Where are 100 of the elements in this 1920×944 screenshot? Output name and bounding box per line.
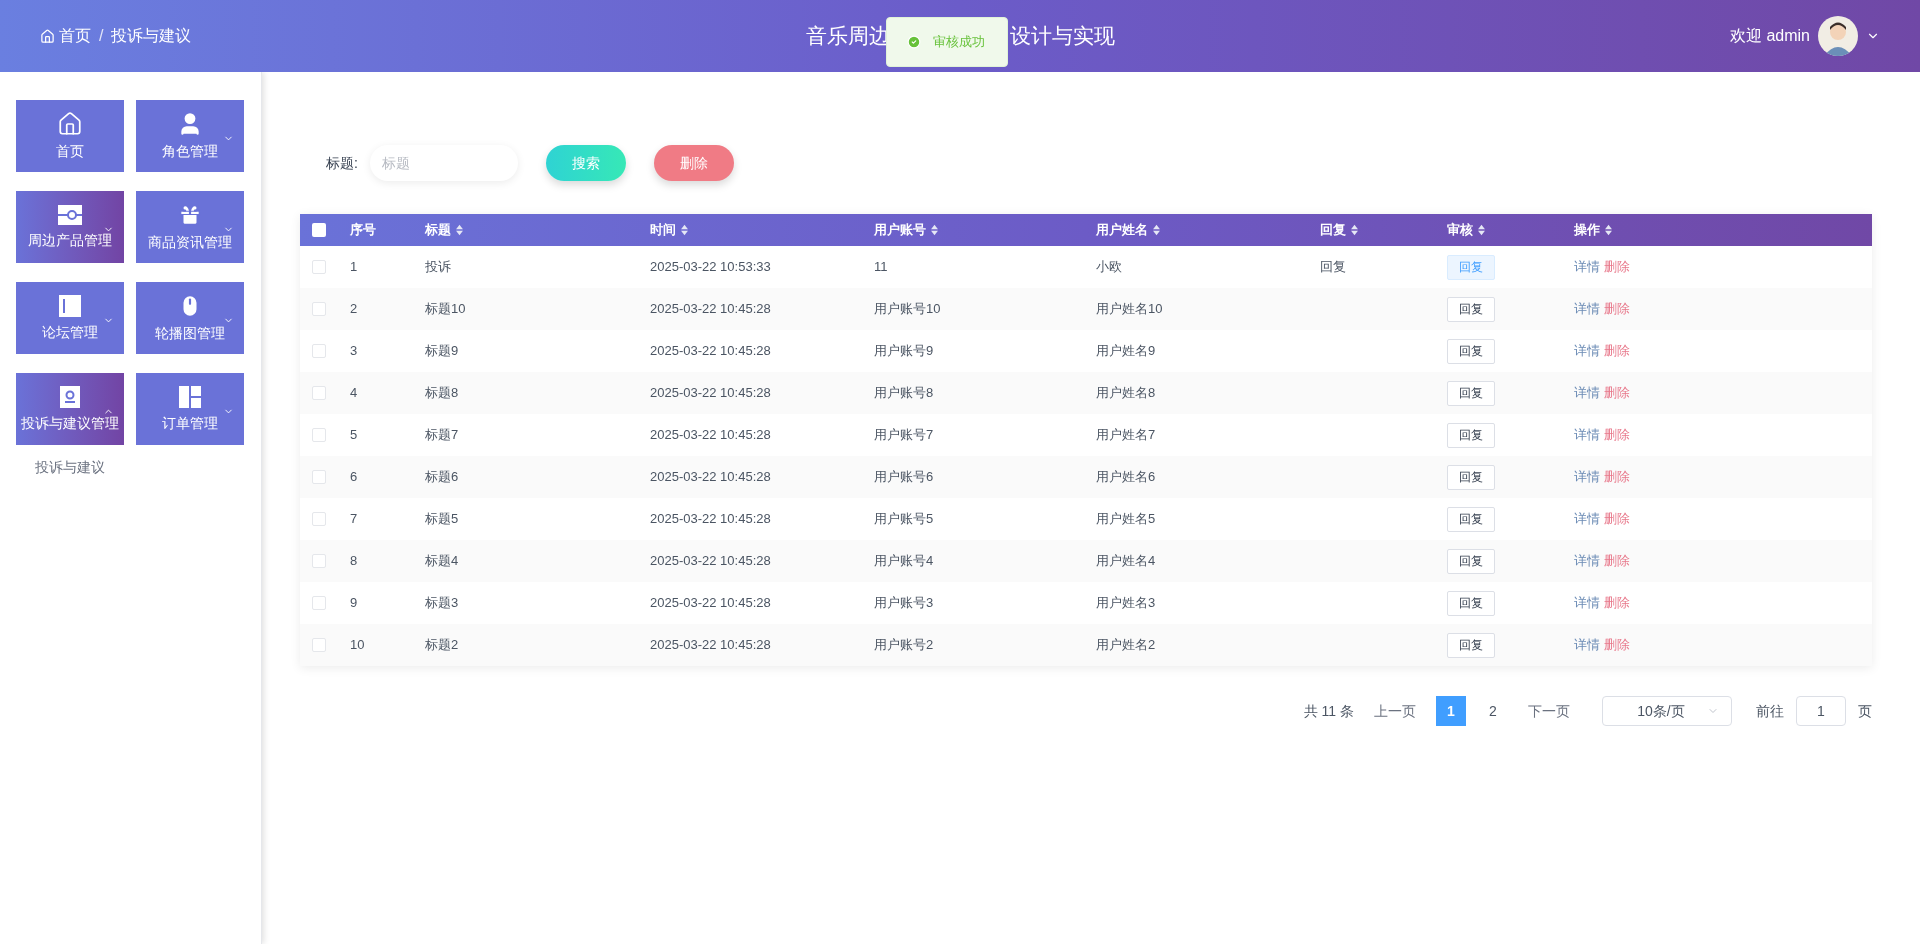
reply-button[interactable]: 回复	[1447, 422, 1495, 448]
page-size-select[interactable]: 10条/页	[1602, 696, 1732, 726]
toast: 审核成功	[885, 17, 1008, 67]
details-link[interactable]: 详情	[1574, 425, 1600, 445]
delete-link[interactable]: 删除	[1604, 467, 1630, 487]
delete-link[interactable]: 删除	[1604, 509, 1630, 529]
reply-button[interactable]: 回复	[1447, 338, 1495, 364]
table-cell-text: 6	[350, 468, 359, 487]
reply-button[interactable]: 回复	[1447, 464, 1495, 490]
menu-tile[interactable]: 订单管理	[136, 373, 244, 445]
select-all-checkbox[interactable]	[312, 223, 326, 237]
column-header[interactable]: 序号	[350, 220, 425, 240]
table-cell: 回复	[1320, 259, 1346, 275]
column-header[interactable]: 用户姓名	[1096, 220, 1320, 240]
row-checkbox[interactable]	[312, 512, 326, 526]
breadcrumb-link[interactable]: 投诉与建议	[111, 24, 192, 48]
table-cell-text: 用户姓名7	[1096, 426, 1157, 445]
page-button[interactable]: 2	[1478, 696, 1508, 726]
row-checkbox[interactable]	[312, 386, 326, 400]
sort-icon[interactable]	[455, 224, 464, 236]
row-checkbox[interactable]	[312, 428, 326, 442]
reply-button[interactable]: 回复	[1447, 254, 1495, 280]
table-cell-text: 2025-03-22 10:45:28	[650, 300, 772, 319]
table-cell-text: 用户账号8	[874, 384, 935, 403]
app-title: 设计与实现	[1009, 23, 1115, 50]
menu-tile[interactable]: 论坛管理	[16, 282, 124, 354]
column-header[interactable]: 审核	[1447, 220, 1574, 240]
table-cell-text: 8	[350, 552, 359, 571]
table-cell-text: 用户姓名6	[1096, 468, 1157, 487]
badge-icon	[59, 384, 81, 409]
reply-button[interactable]: 回复	[1447, 590, 1495, 616]
row-checkbox[interactable]	[312, 260, 326, 274]
table-cell-text: 7	[350, 510, 359, 529]
delete-link[interactable]: 删除	[1604, 425, 1630, 445]
menu-tile[interactable]: 轮播图管理	[136, 282, 244, 354]
details-link[interactable]: 详情	[1574, 509, 1600, 529]
table-cell-text: 2025-03-22 10:45:28	[650, 342, 772, 361]
column-header[interactable]: 操作	[1574, 220, 1872, 240]
row-checkbox[interactable]	[312, 638, 326, 652]
table-cell-text: 用户账号2	[874, 636, 935, 655]
table-cell-text: 2025-03-22 10:45:28	[650, 384, 772, 403]
delete-link[interactable]: 删除	[1604, 383, 1630, 403]
delete-link[interactable]: 删除	[1604, 299, 1630, 319]
menu-tile[interactable]: 角色管理	[136, 100, 244, 172]
goto-label: 前往	[1756, 701, 1784, 721]
sort-icon[interactable]	[1477, 224, 1486, 236]
table-cell-text: 标题7	[425, 426, 460, 445]
delete-link[interactable]: 删除	[1604, 341, 1630, 361]
menu-tile[interactable]: 商品资讯管理	[136, 191, 244, 263]
row-checkbox[interactable]	[312, 470, 326, 484]
table-cell-text: 标题2	[425, 636, 460, 655]
column-header[interactable]: 时间	[650, 220, 874, 240]
details-link[interactable]: 详情	[1574, 467, 1600, 487]
details-link[interactable]: 详情	[1574, 383, 1600, 403]
details-link[interactable]: 详情	[1574, 593, 1600, 613]
menu-tile[interactable]: 周边产品管理	[16, 191, 124, 263]
sort-icon[interactable]	[1604, 224, 1613, 236]
reply-button[interactable]: 回复	[1447, 632, 1495, 658]
delete-link[interactable]: 删除	[1604, 257, 1630, 277]
details-link[interactable]: 详情	[1574, 635, 1600, 655]
delete-link[interactable]: 删除	[1604, 551, 1630, 571]
search-field[interactable]: 标题	[369, 145, 518, 181]
delete-link[interactable]: 删除	[1604, 593, 1630, 613]
details-link[interactable]: 详情	[1574, 341, 1600, 361]
delete-button[interactable]: 删除	[653, 145, 734, 181]
avatar[interactable]	[1818, 16, 1858, 56]
details-link[interactable]: 详情	[1574, 551, 1600, 571]
details-link[interactable]: 详情	[1574, 299, 1600, 319]
breadcrumb-link[interactable]: 首页	[40, 24, 91, 48]
reply-button[interactable]: 回复	[1447, 506, 1495, 532]
panel-icon	[58, 293, 82, 318]
column-header[interactable]: 用户账号	[874, 220, 1096, 240]
page-button[interactable]: 1	[1436, 696, 1466, 726]
delete-link[interactable]: 删除	[1604, 635, 1630, 655]
sort-icon[interactable]	[1152, 224, 1161, 236]
column-header[interactable]: 标题	[425, 220, 650, 240]
column-header[interactable]: 回复	[1320, 220, 1447, 240]
table-cell-text: 用户姓名5	[1096, 510, 1157, 529]
row-checkbox[interactable]	[312, 596, 326, 610]
table-cell-text: 用户账号3	[874, 594, 935, 613]
submenu-item[interactable]: 投诉与建议	[16, 457, 124, 478]
table-cell-text: 标题6	[425, 468, 460, 487]
table-cell-text: 用户姓名2	[1096, 636, 1157, 655]
details-link[interactable]: 详情	[1574, 257, 1600, 277]
page-input[interactable]: 1	[1796, 696, 1846, 726]
menu-tile[interactable]: 首页	[16, 100, 124, 172]
row-checkbox[interactable]	[312, 344, 326, 358]
table-cell-text: 2025-03-22 10:45:28	[650, 426, 772, 445]
reply-button[interactable]: 回复	[1447, 548, 1495, 574]
table-cell-text: 2025-03-22 10:53:33	[650, 258, 772, 277]
row-checkbox[interactable]	[312, 554, 326, 568]
sort-icon[interactable]	[680, 224, 689, 236]
reply-button[interactable]: 回复	[1447, 296, 1495, 322]
menu-tile[interactable]: 投诉与建议管理	[16, 373, 124, 445]
sort-icon[interactable]	[930, 224, 939, 236]
table-cell-text: 用户账号6	[874, 468, 935, 487]
row-checkbox[interactable]	[312, 302, 326, 316]
sort-icon[interactable]	[1350, 224, 1359, 236]
reply-button[interactable]: 回复	[1447, 380, 1495, 406]
welcome-text: 欢迎 admin	[1729, 26, 1810, 46]
